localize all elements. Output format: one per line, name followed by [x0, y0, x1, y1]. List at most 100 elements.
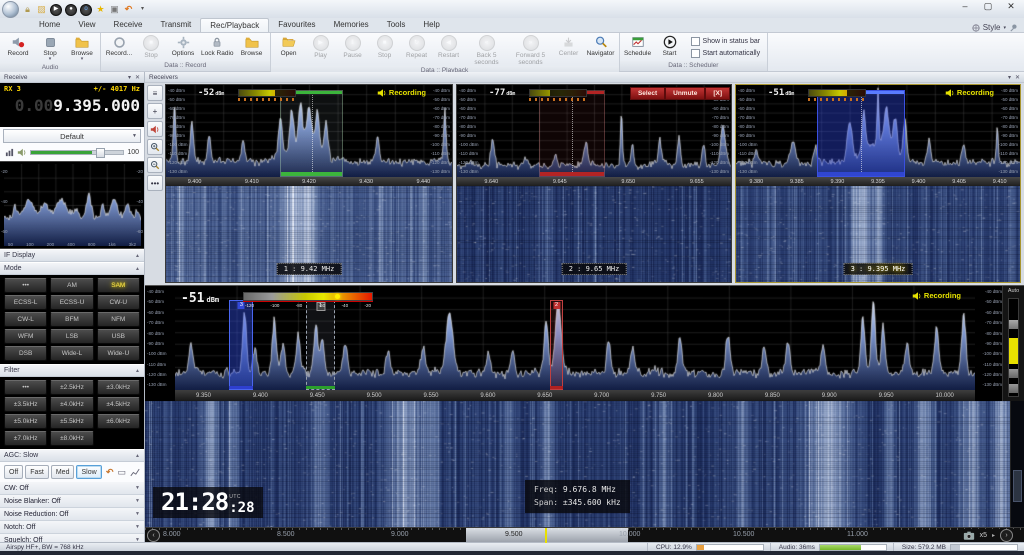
ribbon-tab[interactable]: Rec/Playback [200, 18, 270, 32]
band-navigator[interactable]: 8.000 8.500 9.000 9.500 10.000 10.500 11.000 ‹… [145, 527, 1024, 543]
pause-button[interactable]: ‖ Pause [337, 34, 369, 66]
filter-button[interactable]: ±7.0kHz [4, 431, 48, 446]
ribbon-tab[interactable]: Receive [105, 18, 152, 32]
mode-button[interactable]: AM [50, 278, 94, 293]
if-display-section-header[interactable]: IF Display ▲ [0, 249, 144, 262]
open-button[interactable]: Open [273, 34, 305, 66]
receiver-2-waterfall[interactable]: 2 : 9.65 MHz [457, 186, 731, 282]
spectrum-range-slider[interactable]: Auto [1002, 286, 1024, 401]
volume-slider[interactable] [30, 147, 125, 158]
zoom-out-icon[interactable] [147, 157, 163, 173]
start-automatically-checkbox[interactable]: Start automatically [690, 49, 760, 58]
style-control[interactable]: Style ▾ [972, 23, 1024, 32]
ribbon-tab[interactable]: Help [414, 18, 448, 32]
chevron-down-icon[interactable]: ▾ [128, 74, 131, 81]
display-icon[interactable]: ▭ [117, 467, 126, 477]
camera-icon[interactable] [963, 531, 975, 540]
mode-button[interactable]: Wide-L [50, 346, 94, 361]
audio-browse-button[interactable]: Browse ▾ [66, 34, 98, 63]
frequency-readout[interactable]: 0.009.395.000 [0, 93, 144, 115]
filter-button[interactable]: ±4.5kHz [96, 397, 140, 412]
agc-button[interactable]: Fast [25, 465, 49, 479]
mode-button[interactable]: SAM [96, 278, 140, 293]
lock-icon[interactable]: 🔒︎ [22, 4, 33, 15]
close-icon[interactable]: ✕ [1015, 74, 1020, 81]
star-icon[interactable]: ★ [95, 4, 106, 15]
speaker-icon[interactable] [17, 148, 27, 157]
mode-button[interactable]: CW-L [4, 312, 48, 327]
back-5-seconds-button[interactable]: « Back 5 seconds [465, 34, 509, 66]
data-record-button[interactable]: Record... [103, 34, 135, 61]
receiver-3-spectrum[interactable]: -40 dBm -50 dBm -60 dBm -70 dBm -80 dBm -90 d… [736, 85, 1020, 177]
data-browse-button[interactable]: Browse [236, 34, 268, 61]
filter-button[interactable]: ±3.5kHz [4, 397, 48, 412]
volume-thumb[interactable] [95, 147, 105, 158]
main-waterfall[interactable]: 21:28 UTC:28 Freq: 9.676.8 MHz Span: ±34… [145, 401, 1024, 527]
frequency-display[interactable]: RX 3 +/- 4017 Hz 0.009.395.000 [0, 83, 144, 127]
chevron-down-icon[interactable]: ▾ [137, 4, 148, 15]
unmute-button[interactable]: Unmute [665, 87, 706, 100]
audio-record-button[interactable]: Record [2, 34, 34, 63]
menu-icon[interactable]: ≡ [147, 85, 163, 101]
agc-button[interactable]: Off [4, 465, 24, 479]
more-icon[interactable]: ••• [147, 175, 163, 191]
data-stop-button[interactable]: ■ Stop [135, 34, 167, 61]
if-spectrum-canvas[interactable] [4, 164, 141, 246]
nav-next-button[interactable]: › [1000, 529, 1013, 542]
ribbon-tab[interactable]: View [69, 18, 104, 32]
folder-icon[interactable]: ▨ [36, 4, 47, 15]
ribbon-tab[interactable]: Tools [378, 18, 415, 32]
filter-button[interactable]: ±3.0kHz [96, 380, 140, 395]
forward-5-seconds-button[interactable]: » Forward 5 seconds [509, 34, 553, 66]
bars-icon[interactable] [5, 148, 14, 157]
show-in-status-bar-checkbox[interactable]: Show in status bar [690, 37, 760, 46]
receiver-frequency-badge[interactable]: 3 : 9.395 MHz [843, 263, 913, 275]
info-icon[interactable]: o [80, 3, 92, 16]
range-slider-thumb[interactable] [1009, 384, 1018, 394]
app-orb-icon[interactable] [2, 1, 19, 18]
range-slider-track[interactable] [1008, 298, 1019, 397]
navigator-visible-span[interactable] [466, 528, 628, 543]
filter-button[interactable]: ••• [4, 380, 48, 395]
playback-stop-button[interactable]: ■ Stop [369, 34, 401, 66]
minimize-button[interactable]: – [960, 1, 970, 12]
agc-graph-icon[interactable] [130, 468, 140, 477]
range-slider-thumb[interactable] [1009, 368, 1018, 378]
nav-play-icon[interactable]: ▸ [992, 532, 995, 539]
receiver-2-marker[interactable]: 2 [550, 300, 563, 390]
auto-label[interactable]: Auto [1003, 286, 1024, 294]
agc-button[interactable]: Slow [76, 465, 102, 479]
scrollbar-thumb[interactable] [1013, 470, 1022, 503]
record-icon[interactable]: ● [65, 3, 77, 16]
mode-button[interactable]: WFM [4, 329, 48, 344]
filter-button[interactable]: ±6.0kHz [96, 414, 140, 429]
noise-reduction-section-header[interactable]: Noise Reduction: Off ▼ [0, 508, 144, 521]
mode-button[interactable]: LSB [50, 329, 94, 344]
receiver-1-spectrum[interactable]: -40 dBm -50 dBm -60 dBm -70 dBm -80 dBm -90 d… [166, 85, 452, 177]
camera-icon[interactable]: ▣ [109, 4, 120, 15]
passband-selection[interactable] [816, 90, 905, 177]
profile-dropdown[interactable]: Default ▼ [3, 129, 141, 143]
filter-button[interactable]: ±2.5kHz [50, 380, 94, 395]
receiver-1-waterfall[interactable]: 1 : 9.42 MHz [166, 186, 452, 282]
passband-selection[interactable] [539, 90, 605, 177]
receiver-3-marker[interactable]: 3 [229, 300, 254, 390]
range-slider-selection[interactable] [1009, 337, 1018, 364]
noise-blanker-section-header[interactable]: Noise Blanker: Off ▼ [0, 495, 144, 508]
zoom-in-icon[interactable] [147, 139, 163, 155]
undo-icon[interactable]: ↶ [106, 467, 114, 477]
navigator-button[interactable]: Navigator [585, 34, 617, 66]
center-button[interactable]: Center [553, 34, 585, 66]
close-button[interactable]: ✕ [1006, 1, 1016, 12]
add-receiver-button[interactable]: + [147, 103, 163, 119]
restart-button[interactable]: ◀ Restart [433, 34, 465, 66]
nav-previous-button[interactable]: ‹ [147, 529, 160, 542]
mute-icon[interactable] [147, 121, 163, 137]
waterfall-scrollbar[interactable] [1010, 401, 1024, 527]
ribbon-tab[interactable]: Memories [325, 18, 378, 32]
cw-section-header[interactable]: CW: Off ▼ [0, 482, 144, 495]
range-slider-thumb[interactable] [1009, 320, 1018, 330]
repeat-button[interactable]: ↻ Repeat [401, 34, 433, 66]
receiver-frequency-badge[interactable]: 1 : 9.42 MHz [276, 263, 342, 275]
mode-button[interactable]: NFM [96, 312, 140, 327]
